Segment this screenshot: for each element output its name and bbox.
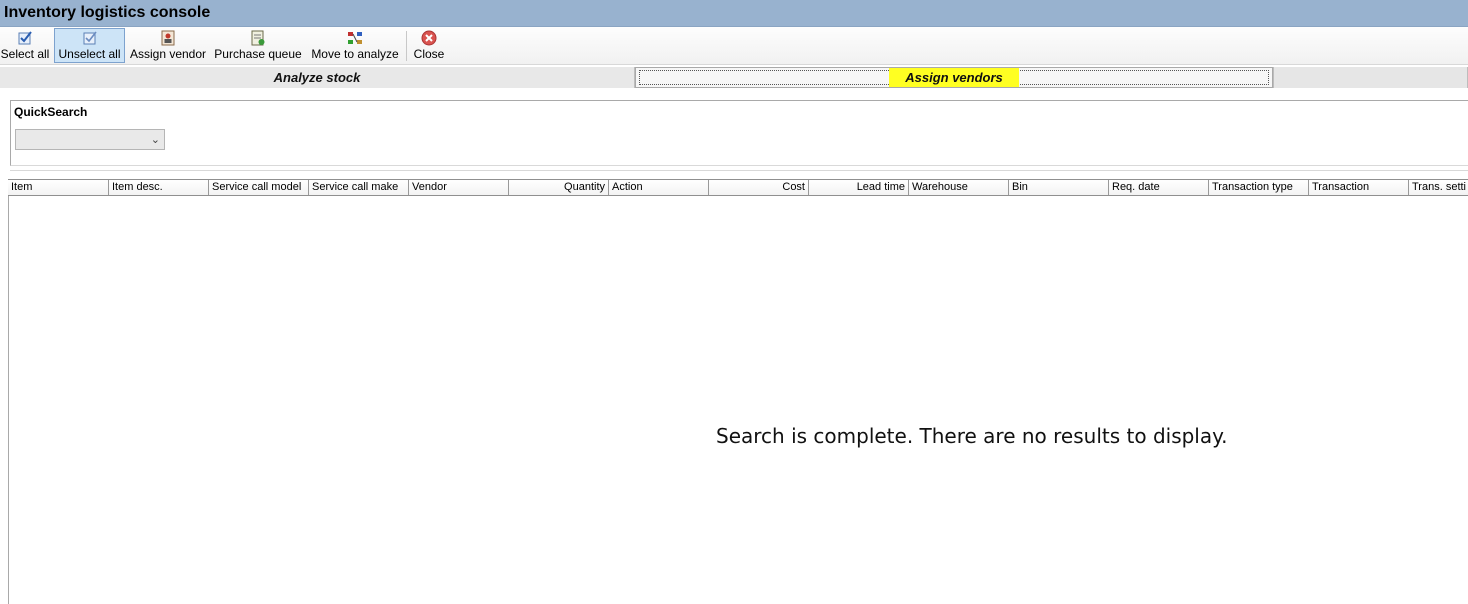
toolbar-separator — [406, 31, 407, 61]
tab-assign-vendors-label: Assign vendors — [889, 68, 1019, 87]
check-icon — [18, 31, 32, 45]
chevron-down-icon: ⌄ — [150, 134, 160, 146]
column-header-service-call-model[interactable]: Service call model — [208, 180, 308, 195]
toolbar: Select all Unselect all Assign vendor Pu… — [0, 27, 1468, 65]
quicksearch-label: QuickSearch — [14, 105, 88, 119]
column-header-transaction-type[interactable]: Transaction type — [1208, 180, 1308, 195]
person-icon — [161, 30, 175, 46]
column-header-label: Trans. setti — [1412, 181, 1466, 193]
unselect-all-label: Unselect all — [58, 47, 121, 61]
panel-divider — [10, 170, 1468, 171]
column-header-label: Quantity — [564, 181, 605, 193]
column-header-label: Warehouse — [912, 181, 968, 193]
empty-results-message: Search is complete. There are no results… — [716, 424, 1228, 448]
assign-vendor-button[interactable]: Assign vendor — [128, 28, 208, 63]
column-header-label: Transaction — [1312, 181, 1370, 193]
column-header-cost[interactable]: Cost — [708, 180, 808, 195]
quicksearch-panel: QuickSearch ⌄ — [10, 100, 1468, 166]
column-header-label: Cost — [782, 181, 805, 193]
window-title: Inventory logistics console — [4, 4, 211, 21]
queue-icon — [251, 30, 265, 46]
column-header-action[interactable]: Action — [608, 180, 708, 195]
move-to-analyze-button[interactable]: Move to analyze — [309, 28, 401, 63]
title-bar: Inventory logistics console — [0, 0, 1468, 27]
column-header-label: Service call model — [212, 181, 302, 193]
unselect-all-button[interactable]: Unselect all — [54, 28, 125, 63]
tab-assign-vendors[interactable]: Assign vendors — [635, 67, 1273, 88]
column-header-trans-settings[interactable]: Trans. setti — [1408, 180, 1468, 195]
results-grid[interactable]: Search is complete. There are no results… — [8, 196, 1468, 604]
column-header-service-call-make[interactable]: Service call make — [308, 180, 408, 195]
move-icon — [348, 32, 362, 44]
column-header-quantity[interactable]: Quantity — [508, 180, 608, 195]
column-header-label: Service call make — [312, 181, 399, 193]
tab-analyze-stock-label: Analyze stock — [273, 70, 361, 85]
column-header-label: Item — [11, 181, 33, 193]
column-header-label: Transaction type — [1212, 181, 1293, 193]
column-header-label: Item desc. — [112, 181, 163, 193]
column-header-lead-time[interactable]: Lead time — [808, 180, 908, 195]
column-header-label: Req. date — [1112, 181, 1160, 193]
column-header-warehouse[interactable]: Warehouse — [908, 180, 1008, 195]
column-header-label: Lead time — [856, 181, 905, 193]
close-button[interactable]: Close — [411, 28, 447, 63]
column-header-label: Vendor — [412, 181, 447, 193]
column-header-req-date[interactable]: Req. date — [1108, 180, 1208, 195]
close-icon — [421, 30, 437, 46]
select-all-button[interactable]: Select all — [0, 28, 50, 63]
tab-strip: Analyze stock Assign vendors — [0, 67, 1468, 88]
quicksearch-dropdown[interactable]: ⌄ — [15, 129, 165, 150]
column-header-vendor[interactable]: Vendor — [408, 180, 508, 195]
column-header-item[interactable]: Item — [8, 180, 108, 195]
column-header-label: Action — [612, 181, 643, 193]
assign-vendor-label: Assign vendor — [129, 47, 207, 61]
column-header-bin[interactable]: Bin — [1008, 180, 1108, 195]
select-all-label: Select all — [0, 47, 50, 61]
purchase-queue-label: Purchase queue — [214, 47, 302, 61]
close-label: Close — [413, 47, 445, 61]
tab-analyze-stock[interactable]: Analyze stock — [0, 67, 635, 88]
column-header-item-desc[interactable]: Item desc. — [108, 180, 208, 195]
move-to-analyze-label: Move to analyze — [311, 47, 399, 61]
grid-header: Item Item desc. Service call model Servi… — [8, 179, 1468, 196]
tab-strip-filler — [1273, 67, 1468, 88]
column-header-label: Bin — [1012, 181, 1028, 193]
purchase-queue-button[interactable]: Purchase queue — [214, 28, 302, 63]
column-header-transaction[interactable]: Transaction — [1308, 180, 1408, 195]
uncheck-icon — [83, 31, 97, 45]
